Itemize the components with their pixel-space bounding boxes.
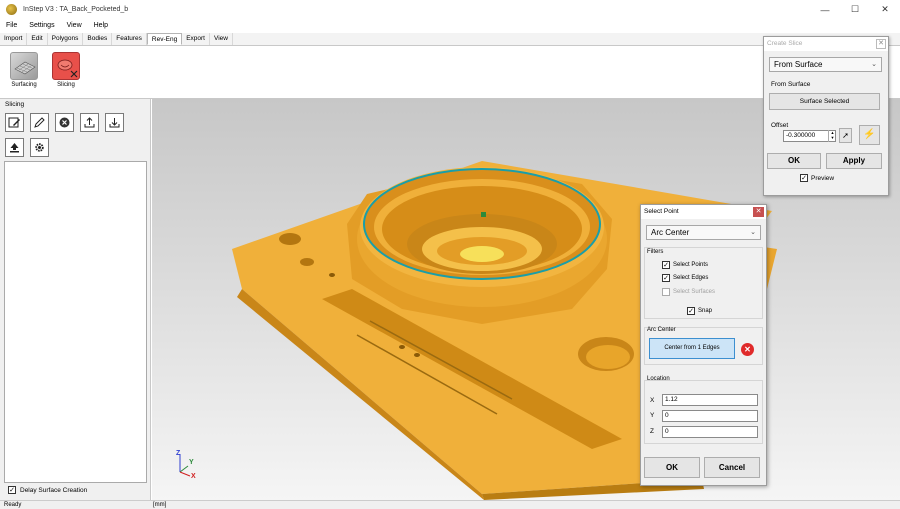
preview-checkbox[interactable]: ✓ (800, 174, 808, 182)
filters-label: Filters (647, 249, 664, 255)
select-points-checkbox[interactable]: ✓ (662, 261, 670, 269)
select-surfaces-label: Select Surfaces (673, 289, 716, 295)
remove-edge-icon[interactable]: ✕ (741, 343, 754, 356)
tab-export[interactable]: Export (182, 33, 210, 45)
menu-settings[interactable]: Settings (23, 19, 60, 33)
point-mode-select[interactable]: Arc Center ⌄ (646, 225, 761, 240)
y-label: Y (650, 412, 655, 419)
select-point-dialog: Select Point ✕ Arc Center ⌄ Filters ✓ Se… (640, 204, 767, 486)
surfacing-label: Surfacing (11, 82, 37, 88)
menu-file[interactable]: File (0, 19, 23, 33)
chevron-down-icon: ⌄ (871, 61, 877, 68)
panel-title: Slicing (5, 101, 25, 108)
preview-option[interactable]: ✓ Preview (800, 174, 834, 182)
chevron-down-icon: ⌄ (750, 229, 756, 236)
pick-cursor-icon[interactable]: ➚ (839, 128, 852, 143)
point-mode-value: Arc Center (651, 228, 690, 237)
slicing-label: Slicing (57, 82, 75, 88)
select-edges-option[interactable]: ✓ Select Edges (662, 274, 708, 282)
slice-list[interactable] (4, 161, 147, 483)
delete-icon[interactable] (55, 113, 74, 132)
preview-label: Preview (811, 174, 835, 182)
axis-y-label: Y (189, 459, 194, 466)
delay-checkbox[interactable]: ✓ (8, 486, 16, 494)
app-logo-icon (6, 4, 17, 15)
slicing-button[interactable]: Slicing (49, 52, 83, 96)
lightning-icon[interactable]: ⚡ (859, 125, 880, 145)
edit-slice-icon[interactable] (5, 113, 24, 132)
slicing-panel: Slicing ✓ Delay Surface Creation (0, 99, 151, 500)
delay-surface-creation[interactable]: ✓ Delay Surface Creation (8, 486, 87, 494)
x-coordinate-input[interactable]: 1.12 (662, 394, 758, 406)
location-label: Location (647, 376, 670, 382)
minimize-button[interactable]: — (810, 0, 840, 19)
tab-view[interactable]: View (210, 33, 233, 45)
z-label: Z (650, 428, 654, 435)
status-text: Ready (4, 502, 22, 508)
slice-mode-select[interactable]: From Surface ⌄ (769, 57, 882, 72)
center-from-edges-button[interactable]: Center from 1 Edges (649, 338, 735, 359)
pencil-icon[interactable] (30, 113, 49, 132)
tab-polygons[interactable]: Polygons (48, 33, 84, 45)
select-points-label: Select Points (673, 262, 709, 268)
tab-rev-eng[interactable]: Rev-Eng (146, 33, 183, 45)
create-slice-dialog: Create Slice ✕ From Surface ⌄ From Surfa… (763, 36, 889, 196)
title-bar: InStep V3 : TA_Back_Pocketed_b — ☐ ✕ (0, 0, 900, 19)
tab-edit[interactable]: Edit (27, 33, 48, 45)
select-point-ok-button[interactable]: OK (644, 457, 700, 478)
maximize-button[interactable]: ☐ (840, 0, 870, 19)
snap-label: Snap (698, 308, 713, 314)
settings-gear-icon[interactable] (30, 138, 49, 157)
select-point-close-icon[interactable]: ✕ (753, 207, 764, 217)
surface-selected-button[interactable]: Surface Selected (769, 93, 880, 110)
y-coordinate-input[interactable]: 0 (662, 410, 758, 422)
delay-label: Delay Surface Creation (20, 486, 88, 494)
snap-checkbox[interactable]: ✓ (687, 307, 695, 315)
axis-z-label: Z (176, 450, 181, 457)
select-surfaces-option: Select Surfaces (662, 288, 715, 296)
z-coordinate-input[interactable]: 0 (662, 426, 758, 438)
surfacing-icon (10, 52, 38, 80)
import-icon[interactable] (105, 113, 124, 132)
close-button[interactable]: ✕ (870, 0, 900, 19)
tab-import[interactable]: Import (0, 33, 28, 45)
select-edges-checkbox[interactable]: ✓ (662, 274, 670, 282)
status-bar: Ready [mm] (0, 500, 900, 509)
tab-bodies[interactable]: Bodies (83, 33, 113, 45)
slicing-icon (52, 52, 80, 80)
arc-center-label: Arc Center (647, 327, 676, 333)
select-edges-label: Select Edges (673, 275, 709, 281)
menu-bar: File Settings View Help (0, 19, 900, 33)
menu-help[interactable]: Help (88, 19, 114, 33)
apply-button[interactable]: Apply (826, 153, 882, 169)
axis-x-label: X (191, 473, 196, 480)
create-slice-title: Create Slice (764, 37, 888, 51)
tab-features[interactable]: Features (112, 33, 147, 45)
x-label: X (650, 397, 655, 404)
select-point-title: Select Point (641, 205, 766, 219)
window-title: InStep V3 : TA_Back_Pocketed_b (23, 6, 129, 13)
from-surface-label: From Surface (771, 81, 811, 88)
select-surfaces-checkbox (662, 288, 670, 296)
export-icon[interactable] (80, 113, 99, 132)
menu-view[interactable]: View (61, 19, 88, 33)
create-slice-ok-button[interactable]: OK (767, 153, 821, 169)
slice-mode-value: From Surface (774, 60, 823, 69)
upload-icon[interactable] (5, 138, 24, 157)
units-indicator: [mm] (153, 502, 167, 508)
offset-label: Offset (771, 122, 789, 129)
create-slice-close-icon[interactable]: ✕ (876, 39, 886, 49)
snap-option[interactable]: ✓ Snap (687, 307, 712, 315)
offset-spinner[interactable]: ▲ ▼ (828, 130, 836, 142)
select-points-option[interactable]: ✓ Select Points (662, 261, 708, 269)
surfacing-button[interactable]: Surfacing (7, 52, 41, 96)
cancel-button[interactable]: Cancel (704, 457, 760, 478)
